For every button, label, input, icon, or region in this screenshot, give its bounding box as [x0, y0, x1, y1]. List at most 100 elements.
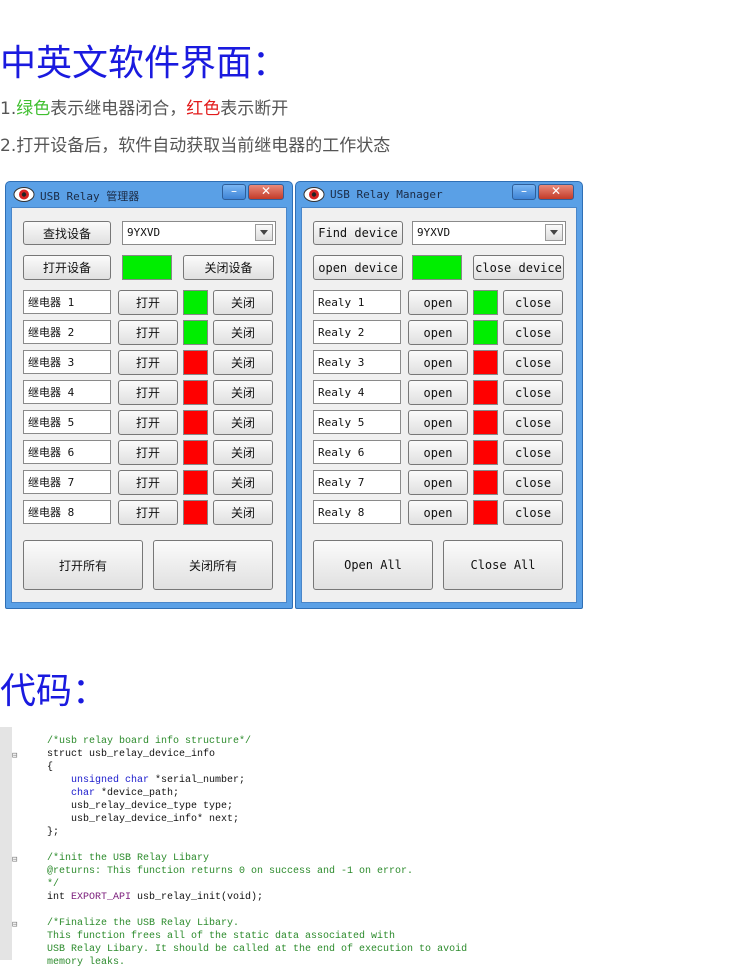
titlebar[interactable]: USB Relay 管理器 – ✕ [6, 182, 292, 208]
close-device-button[interactable]: 关闭设备 [183, 255, 274, 280]
heading-ui: 中英文软件界面： [0, 43, 289, 84]
relay-name-field: Realy 5 [313, 410, 401, 434]
relay-close-button[interactable]: close [503, 290, 563, 315]
relay-open-button[interactable]: 打开 [118, 350, 178, 375]
code-text: *device_path; [101, 788, 180, 799]
open-device-button[interactable]: open device [313, 255, 403, 280]
relay-close-button[interactable]: close [503, 470, 563, 495]
close-window-button[interactable]: ✕ [538, 184, 574, 200]
relay-name-field: Realy 7 [313, 470, 401, 494]
relay-open-button[interactable]: 打开 [118, 290, 178, 315]
relay-status-indicator [183, 290, 208, 315]
relay-status-indicator [473, 320, 498, 345]
eye-logo-icon [13, 187, 35, 202]
device-select[interactable]: 9YXVD [412, 221, 566, 245]
relay-open-button[interactable]: open [408, 410, 468, 435]
relay-close-button[interactable]: 关闭 [213, 380, 273, 405]
code-keyword: int [47, 892, 72, 903]
relay-close-button[interactable]: close [503, 410, 563, 435]
code-line: /*Finalize the USB Relay Libary. [47, 918, 240, 929]
close-window-button[interactable]: ✕ [248, 184, 284, 200]
fold-marker-icon[interactable]: ⊟ [12, 920, 17, 930]
device-status-indicator [122, 255, 172, 280]
find-device-button[interactable]: 查找设备 [23, 221, 111, 245]
find-device-button[interactable]: Find device [313, 221, 403, 245]
window-client: 查找设备 9YXVD 打开设备 关闭设备 继电器 1 打开 关闭 继电器 2 打开 关闭继… [11, 207, 287, 603]
minimize-button[interactable]: – [222, 184, 246, 200]
note-1-suffix: 表示断开 [220, 99, 289, 119]
open-all-button[interactable]: Open All [313, 540, 433, 590]
minimize-button[interactable]: – [512, 184, 536, 200]
relay-open-button[interactable]: open [408, 350, 468, 375]
relay-open-button[interactable]: open [408, 380, 468, 405]
relay-name-field: 继电器 2 [23, 320, 111, 344]
note-1: 1.绿色表示继电器闭合，红色表示断开 [0, 94, 288, 119]
code-text: usb_relay_init(void); [131, 892, 264, 903]
chevron-down-icon[interactable] [545, 224, 563, 241]
relay-open-button[interactable]: open [408, 500, 468, 525]
window-cn: USB Relay 管理器 – ✕ 查找设备 9YXVD 打开设备 关闭设备 继… [5, 181, 293, 609]
relay-status-indicator [473, 350, 498, 375]
relay-close-button[interactable]: 关闭 [213, 350, 273, 375]
relay-close-button[interactable]: 关闭 [213, 290, 273, 315]
relay-close-button[interactable]: close [503, 350, 563, 375]
relay-open-button[interactable]: open [408, 320, 468, 345]
relay-status-indicator [473, 290, 498, 315]
code-line: @returns: This function returns 0 on suc… [47, 866, 414, 877]
code-line: int EXPORT_API usb_relay_init(void); [47, 891, 263, 904]
code-keyword: char [47, 788, 102, 799]
relay-status-indicator [473, 410, 498, 435]
close-device-button[interactable]: close device [473, 255, 564, 280]
device-select-value: 9YXVD [127, 226, 161, 239]
relay-name-field: Realy 1 [313, 290, 401, 314]
relay-close-button[interactable]: 关闭 [213, 500, 273, 525]
note-1-green-word: 绿色 [16, 99, 51, 119]
note-1-mid: 表示继电器闭合， [50, 99, 187, 119]
relay-close-button[interactable]: close [503, 500, 563, 525]
code-line: /*usb relay board info structure*/ [47, 736, 252, 747]
note-2: 2.打开设备后，软件自动获取当前继电器的工作状态 [0, 136, 391, 156]
relay-close-button[interactable]: close [503, 440, 563, 465]
relay-open-button[interactable]: 打开 [118, 380, 178, 405]
chevron-down-icon[interactable] [255, 224, 273, 241]
code-keyword: unsigned char [47, 775, 156, 786]
relay-open-button[interactable]: 打开 [118, 470, 178, 495]
code-line: { [47, 762, 54, 773]
relay-status-indicator [473, 470, 498, 495]
relay-open-button[interactable]: open [408, 290, 468, 315]
fold-marker-icon[interactable]: ⊟ [12, 751, 17, 761]
relay-close-button[interactable]: 关闭 [213, 320, 273, 345]
relay-close-button[interactable]: close [503, 380, 563, 405]
close-all-button[interactable]: Close All [443, 540, 563, 590]
relay-name-field: 继电器 4 [23, 380, 111, 404]
close-all-button[interactable]: 关闭所有 [153, 540, 273, 590]
relay-name-field: Realy 6 [313, 440, 401, 464]
code-line: usb_relay_device_info* next; [47, 814, 240, 825]
relay-status-indicator [183, 380, 208, 405]
relay-name-field: 继电器 8 [23, 500, 111, 524]
relay-close-button[interactable]: 关闭 [213, 410, 273, 435]
fold-marker-icon[interactable]: ⊟ [12, 855, 17, 865]
relay-open-button[interactable]: 打开 [118, 440, 178, 465]
heading-code: 代码： [0, 671, 109, 712]
window-client: Find device 9YXVD open device close devi… [301, 207, 577, 603]
relay-name-field: 继电器 6 [23, 440, 111, 464]
relay-open-button[interactable]: open [408, 440, 468, 465]
relay-close-button[interactable]: 关闭 [213, 470, 273, 495]
open-device-button[interactable]: 打开设备 [23, 255, 111, 280]
relay-name-field: 继电器 5 [23, 410, 111, 434]
window-title: USB Relay 管理器 [40, 190, 140, 203]
eye-logo-icon [303, 187, 325, 202]
device-status-indicator [412, 255, 462, 280]
titlebar[interactable]: USB Relay Manager – ✕ [296, 182, 582, 208]
relay-close-button[interactable]: 关闭 [213, 440, 273, 465]
relay-open-button[interactable]: 打开 [118, 410, 178, 435]
open-all-button[interactable]: 打开所有 [23, 540, 143, 590]
relay-open-button[interactable]: 打开 [118, 320, 178, 345]
device-select[interactable]: 9YXVD [122, 221, 276, 245]
relay-open-button[interactable]: 打开 [118, 500, 178, 525]
window-en: USB Relay Manager – ✕ Find device 9YXVD … [295, 181, 583, 609]
relay-open-button[interactable]: open [408, 470, 468, 495]
relay-status-indicator [473, 440, 498, 465]
relay-close-button[interactable]: close [503, 320, 563, 345]
